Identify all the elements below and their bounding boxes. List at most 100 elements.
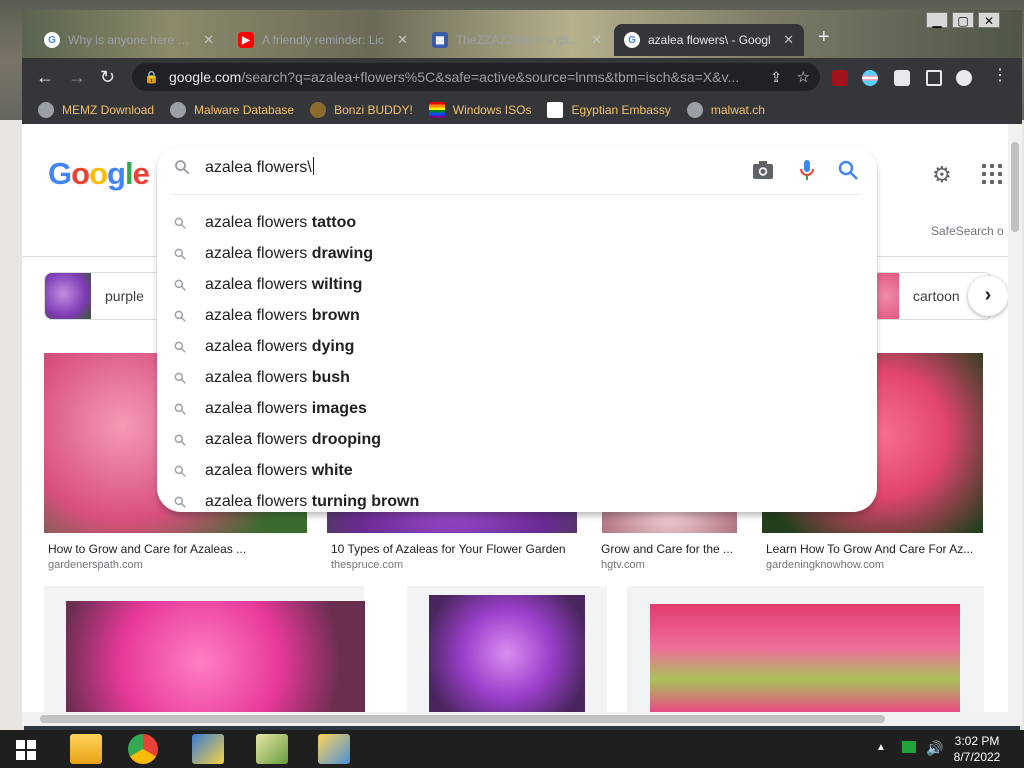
search-icon <box>174 310 186 322</box>
chevron-right-icon[interactable]: › <box>968 276 1008 316</box>
new-tab-button[interactable]: + <box>818 26 830 49</box>
chrome-window: G Why is anyone here more ✕ ▶ A friendly… <box>22 10 1022 726</box>
search-icon <box>174 341 186 353</box>
bookmark-item[interactable]: MEMZ Download <box>38 102 154 118</box>
search-input[interactable]: azalea flowers\ <box>205 157 314 177</box>
result-caption[interactable]: How to Grow and Care for Azaleas ... <box>48 542 303 556</box>
suggestion-item[interactable]: azalea flowers white <box>157 455 877 486</box>
tab-2[interactable]: ▶ A friendly reminder: Lic ✕ <box>228 24 418 56</box>
window-close-button[interactable]: ✕ <box>978 12 1000 28</box>
minimize-button[interactable]: ▁ <box>926 12 948 28</box>
close-icon[interactable]: ✕ <box>591 32 602 48</box>
chip-thumbnail <box>45 273 91 319</box>
bookmark-item[interactable]: Egyptian Embassy <box>547 102 671 118</box>
windows-start-icon[interactable] <box>16 740 36 760</box>
vertical-scrollbar[interactable] <box>1008 124 1022 712</box>
search-icon <box>175 160 190 175</box>
globe-icon <box>686 102 703 118</box>
bookmarks-bar: MEMZ Download Malware Database Bonzi BUD… <box>22 96 1022 124</box>
paint-app-icon[interactable] <box>192 734 224 764</box>
suggestion-item[interactable]: azalea flowers drawing <box>157 238 877 269</box>
bookmark-item[interactable]: malwat.ch <box>686 102 765 118</box>
tab-title: azalea flowers\ - Googl <box>648 33 771 47</box>
profile-avatar-icon[interactable] <box>956 70 972 86</box>
tray-chevron-icon[interactable]: ▲ <box>876 742 886 753</box>
result-source: hgtv.com <box>601 559 645 571</box>
clock-date[interactable]: 8/7/2022 <box>944 750 1010 764</box>
back-arrow-icon[interactable]: ← <box>36 68 54 86</box>
url-text: google.com/search?q=azalea+flowers%5C&sa… <box>168 69 740 85</box>
volume-icon[interactable]: 🔊 <box>926 740 943 757</box>
file-explorer-icon[interactable] <box>70 734 102 764</box>
maximize-button[interactable]: ▢ <box>952 12 974 28</box>
result-image[interactable] <box>429 595 585 712</box>
result-image[interactable] <box>650 604 960 712</box>
result-caption[interactable]: Grow and Care for the ... <box>601 542 741 556</box>
search-divider <box>171 194 861 195</box>
suggestion-item[interactable]: azalea flowers drooping <box>157 424 877 455</box>
bookmark-item[interactable]: Bonzi BUDDY! <box>310 102 413 118</box>
result-caption[interactable]: 10 Types of Azaleas for Your Flower Gard… <box>331 542 591 556</box>
safesearch-label[interactable]: SafeSearch o <box>931 224 1004 238</box>
result-caption[interactable]: Learn How To Grow And Care For Az... <box>766 542 981 556</box>
tab-title: A friendly reminder: Lic <box>262 33 385 47</box>
search-icon <box>174 372 186 384</box>
tab-title: TheZZAZZGlitch's glitch <box>456 33 584 47</box>
wiki-favicon-icon: ▦ <box>432 32 448 48</box>
reload-icon[interactable]: ↻ <box>100 68 115 86</box>
google-favicon-icon: G <box>44 32 60 48</box>
desktop-edge-left <box>0 120 24 730</box>
bookmark-item[interactable]: Windows ISOs <box>428 102 531 118</box>
tab-1[interactable]: G Why is anyone here more ✕ <box>34 24 224 56</box>
clock-time[interactable]: 3:02 PM <box>944 734 1010 748</box>
suggestion-item[interactable]: azalea flowers tattoo <box>157 207 877 238</box>
bookmark-star-icon[interactable]: ☆ <box>797 68 810 86</box>
search-icon <box>174 217 186 229</box>
monitor-app-icon[interactable] <box>256 734 288 764</box>
close-icon[interactable]: ✕ <box>203 32 214 48</box>
bookmark-item[interactable]: Malware Database <box>170 102 294 118</box>
network-icon[interactable] <box>902 741 916 753</box>
result-source: thespruce.com <box>331 559 404 571</box>
search-icon <box>174 403 186 415</box>
address-bar[interactable]: 🔒 google.com/search?q=azalea+flowers%5C&… <box>132 63 820 91</box>
search-icon <box>174 496 186 508</box>
camera-icon[interactable] <box>751 158 775 182</box>
tab-strip: G Why is anyone here more ✕ ▶ A friendly… <box>22 10 1022 58</box>
google-logo[interactable]: Google <box>48 156 150 192</box>
gear-icon[interactable]: ⚙ <box>932 162 956 187</box>
chrome-icon[interactable] <box>128 734 158 764</box>
suggestion-item[interactable]: azalea flowers images <box>157 393 877 424</box>
apps-grid-icon[interactable] <box>982 164 1002 184</box>
ublock-icon[interactable] <box>832 70 848 86</box>
suggestion-item[interactable]: azalea flowers turning brown <box>157 486 877 517</box>
scroll-thumb[interactable] <box>1011 142 1019 232</box>
flag-extension-icon[interactable] <box>862 70 878 86</box>
suggestion-item[interactable]: azalea flowers brown <box>157 300 877 331</box>
search-icon <box>174 248 186 260</box>
suggestion-item[interactable]: azalea flowers dying <box>157 331 877 362</box>
horizontal-scrollbar[interactable] <box>22 712 1022 726</box>
taskbar: ▲ 🔊 3:02 PM 8/7/2022 <box>0 730 1024 768</box>
tab-3[interactable]: ▦ TheZZAZZGlitch's glitch ✕ <box>422 24 612 56</box>
wix-icon <box>547 102 564 118</box>
chip-purple[interactable]: purple <box>44 272 174 320</box>
puzzle-icon[interactable] <box>894 70 910 86</box>
sidebar-icon[interactable] <box>926 70 942 86</box>
search-submit-icon[interactable] <box>836 158 860 182</box>
microphone-icon[interactable] <box>795 158 819 182</box>
tab-4-active[interactable]: G azalea flowers\ - Googl ✕ <box>614 24 804 56</box>
menu-icon[interactable]: ⋮ <box>992 67 1008 85</box>
share-icon[interactable]: ⇪ <box>770 69 782 86</box>
close-icon[interactable]: ✕ <box>783 32 794 48</box>
result-image[interactable] <box>66 601 365 712</box>
scroll-thumb[interactable] <box>40 715 885 723</box>
rainbow-flag-icon <box>428 102 445 118</box>
bonzi-icon <box>310 102 327 118</box>
forward-arrow-icon[interactable]: → <box>68 68 86 86</box>
folder-app-icon[interactable] <box>318 734 350 764</box>
suggestion-item[interactable]: azalea flowers wilting <box>157 269 877 300</box>
result-source: gardeningknowhow.com <box>766 559 885 571</box>
suggestion-item[interactable]: azalea flowers bush <box>157 362 877 393</box>
close-icon[interactable]: ✕ <box>397 32 408 48</box>
